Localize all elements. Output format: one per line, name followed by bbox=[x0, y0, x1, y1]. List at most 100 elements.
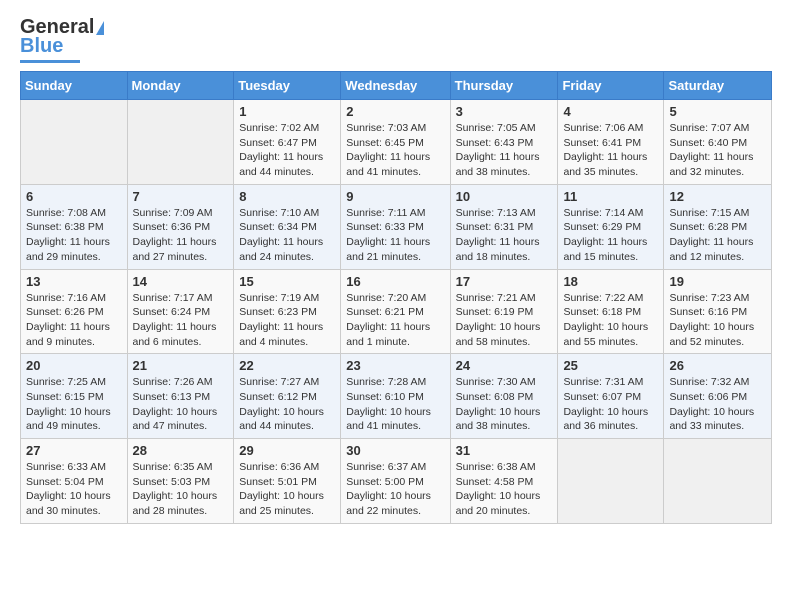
day-info: Sunrise: 6:33 AM Sunset: 5:04 PM Dayligh… bbox=[26, 460, 122, 519]
calendar-cell: 2 Sunrise: 7:03 AM Sunset: 6:45 PM Daylig… bbox=[341, 100, 450, 185]
day-number: 24 bbox=[456, 358, 553, 373]
day-info: Sunrise: 7:06 AM Sunset: 6:41 PM Dayligh… bbox=[563, 121, 658, 180]
calendar-cell bbox=[127, 100, 234, 185]
calendar-cell: 10 Sunrise: 7:13 AM Sunset: 6:31 PM Dayli… bbox=[450, 184, 558, 269]
day-number: 13 bbox=[26, 274, 122, 289]
logo: General Blue bbox=[20, 16, 104, 63]
calendar-cell: 7 Sunrise: 7:09 AM Sunset: 6:36 PM Daylig… bbox=[127, 184, 234, 269]
day-number: 29 bbox=[239, 443, 335, 458]
day-info: Sunrise: 7:09 AM Sunset: 6:36 PM Dayligh… bbox=[133, 206, 229, 265]
calendar-cell: 21 Sunrise: 7:26 AM Sunset: 6:13 PM Dayli… bbox=[127, 354, 234, 439]
day-number: 16 bbox=[346, 274, 444, 289]
calendar-cell bbox=[664, 439, 772, 524]
day-number: 19 bbox=[669, 274, 766, 289]
calendar-day-header: Tuesday bbox=[234, 72, 341, 100]
calendar-week-row: 20Sunrise: 7:25 AM Sunset: 6:15 PM Dayli… bbox=[21, 354, 772, 439]
day-info: Sunrise: 7:02 AM Sunset: 6:47 PM Dayligh… bbox=[239, 121, 335, 180]
day-info: Sunrise: 7:07 AM Sunset: 6:40 PM Dayligh… bbox=[669, 121, 766, 180]
day-info: Sunrise: 7:31 AM Sunset: 6:07 PM Dayligh… bbox=[563, 375, 658, 434]
day-info: Sunrise: 7:26 AM Sunset: 6:13 PM Dayligh… bbox=[133, 375, 229, 434]
calendar-week-row: 27 Sunrise: 6:33 AM Sunset: 5:04 PM Dayli… bbox=[21, 439, 772, 524]
calendar-cell: 18Sunrise: 7:22 AM Sunset: 6:18 PM Dayli… bbox=[558, 269, 664, 354]
day-number: 10 bbox=[456, 189, 553, 204]
day-number: 11 bbox=[563, 189, 658, 204]
calendar-cell: 23 Sunrise: 7:28 AM Sunset: 6:10 PM Dayli… bbox=[341, 354, 450, 439]
calendar-day-header: Saturday bbox=[664, 72, 772, 100]
day-number: 6 bbox=[26, 189, 122, 204]
day-info: Sunrise: 6:38 AM Sunset: 4:58 PM Dayligh… bbox=[456, 460, 553, 519]
calendar-cell: 6 Sunrise: 7:08 AM Sunset: 6:38 PM Daylig… bbox=[21, 184, 128, 269]
day-info: Sunrise: 7:15 AM Sunset: 6:28 PM Dayligh… bbox=[669, 206, 766, 265]
day-number: 12 bbox=[669, 189, 766, 204]
day-info: Sunrise: 7:14 AM Sunset: 6:29 PM Dayligh… bbox=[563, 206, 658, 265]
day-number: 21 bbox=[133, 358, 229, 373]
logo-underline bbox=[20, 60, 80, 63]
day-info: Sunrise: 7:27 AM Sunset: 6:12 PM Dayligh… bbox=[239, 375, 335, 434]
calendar-cell: 5Sunrise: 7:07 AM Sunset: 6:40 PM Daylig… bbox=[664, 100, 772, 185]
day-info: Sunrise: 7:23 AM Sunset: 6:16 PM Dayligh… bbox=[669, 291, 766, 350]
day-number: 9 bbox=[346, 189, 444, 204]
calendar-cell: 26Sunrise: 7:32 AM Sunset: 6:06 PM Dayli… bbox=[664, 354, 772, 439]
day-info: Sunrise: 7:13 AM Sunset: 6:31 PM Dayligh… bbox=[456, 206, 553, 265]
calendar-cell: 16 Sunrise: 7:20 AM Sunset: 6:21 PM Dayli… bbox=[341, 269, 450, 354]
day-number: 17 bbox=[456, 274, 553, 289]
calendar-cell: 22 Sunrise: 7:27 AM Sunset: 6:12 PM Dayli… bbox=[234, 354, 341, 439]
day-info: Sunrise: 7:08 AM Sunset: 6:38 PM Dayligh… bbox=[26, 206, 122, 265]
logo-text-blue: Blue bbox=[20, 35, 63, 58]
day-number: 26 bbox=[669, 358, 766, 373]
day-number: 3 bbox=[456, 104, 553, 119]
day-number: 30 bbox=[346, 443, 444, 458]
day-number: 25 bbox=[563, 358, 658, 373]
calendar-cell: 15Sunrise: 7:19 AM Sunset: 6:23 PM Dayli… bbox=[234, 269, 341, 354]
calendar-header-row: SundayMondayTuesdayWednesdayThursdayFrid… bbox=[21, 72, 772, 100]
calendar-cell: 1Sunrise: 7:02 AM Sunset: 6:47 PM Daylig… bbox=[234, 100, 341, 185]
calendar-cell: 28 Sunrise: 6:35 AM Sunset: 5:03 PM Dayli… bbox=[127, 439, 234, 524]
calendar-table: SundayMondayTuesdayWednesdayThursdayFrid… bbox=[20, 71, 772, 524]
calendar-week-row: 13 Sunrise: 7:16 AM Sunset: 6:26 PM Dayli… bbox=[21, 269, 772, 354]
day-info: Sunrise: 6:37 AM Sunset: 5:00 PM Dayligh… bbox=[346, 460, 444, 519]
calendar-cell: 13 Sunrise: 7:16 AM Sunset: 6:26 PM Dayli… bbox=[21, 269, 128, 354]
day-info: Sunrise: 7:17 AM Sunset: 6:24 PM Dayligh… bbox=[133, 291, 229, 350]
day-info: Sunrise: 7:11 AM Sunset: 6:33 PM Dayligh… bbox=[346, 206, 444, 265]
day-number: 20 bbox=[26, 358, 122, 373]
calendar-cell: 4Sunrise: 7:06 AM Sunset: 6:41 PM Daylig… bbox=[558, 100, 664, 185]
day-number: 28 bbox=[133, 443, 229, 458]
day-info: Sunrise: 7:28 AM Sunset: 6:10 PM Dayligh… bbox=[346, 375, 444, 434]
logo-triangle-icon bbox=[96, 21, 104, 35]
day-number: 23 bbox=[346, 358, 444, 373]
calendar-cell: 3Sunrise: 7:05 AM Sunset: 6:43 PM Daylig… bbox=[450, 100, 558, 185]
day-number: 22 bbox=[239, 358, 335, 373]
calendar-cell: 25 Sunrise: 7:31 AM Sunset: 6:07 PM Dayli… bbox=[558, 354, 664, 439]
day-number: 31 bbox=[456, 443, 553, 458]
day-info: Sunrise: 7:16 AM Sunset: 6:26 PM Dayligh… bbox=[26, 291, 122, 350]
day-info: Sunrise: 7:20 AM Sunset: 6:21 PM Dayligh… bbox=[346, 291, 444, 350]
calendar-cell: 29Sunrise: 6:36 AM Sunset: 5:01 PM Dayli… bbox=[234, 439, 341, 524]
calendar-cell: 27 Sunrise: 6:33 AM Sunset: 5:04 PM Dayli… bbox=[21, 439, 128, 524]
calendar-cell bbox=[21, 100, 128, 185]
calendar-cell: 19 Sunrise: 7:23 AM Sunset: 6:16 PM Dayli… bbox=[664, 269, 772, 354]
calendar-cell: 17Sunrise: 7:21 AM Sunset: 6:19 PM Dayli… bbox=[450, 269, 558, 354]
calendar-cell: 8 Sunrise: 7:10 AM Sunset: 6:34 PM Daylig… bbox=[234, 184, 341, 269]
calendar-cell bbox=[558, 439, 664, 524]
day-info: Sunrise: 7:30 AM Sunset: 6:08 PM Dayligh… bbox=[456, 375, 553, 434]
calendar-day-header: Thursday bbox=[450, 72, 558, 100]
calendar-day-header: Wednesday bbox=[341, 72, 450, 100]
calendar-week-row: 6 Sunrise: 7:08 AM Sunset: 6:38 PM Daylig… bbox=[21, 184, 772, 269]
calendar-day-header: Monday bbox=[127, 72, 234, 100]
calendar-cell: 12 Sunrise: 7:15 AM Sunset: 6:28 PM Dayli… bbox=[664, 184, 772, 269]
calendar-cell: 9 Sunrise: 7:11 AM Sunset: 6:33 PM Daylig… bbox=[341, 184, 450, 269]
day-info: Sunrise: 7:10 AM Sunset: 6:34 PM Dayligh… bbox=[239, 206, 335, 265]
day-number: 18 bbox=[563, 274, 658, 289]
day-info: Sunrise: 7:03 AM Sunset: 6:45 PM Dayligh… bbox=[346, 121, 444, 180]
calendar-cell: 14Sunrise: 7:17 AM Sunset: 6:24 PM Dayli… bbox=[127, 269, 234, 354]
day-number: 2 bbox=[346, 104, 444, 119]
calendar-cell: 11 Sunrise: 7:14 AM Sunset: 6:29 PM Dayli… bbox=[558, 184, 664, 269]
day-number: 7 bbox=[133, 189, 229, 204]
day-info: Sunrise: 6:35 AM Sunset: 5:03 PM Dayligh… bbox=[133, 460, 229, 519]
day-number: 27 bbox=[26, 443, 122, 458]
day-number: 8 bbox=[239, 189, 335, 204]
calendar-cell: 31 Sunrise: 6:38 AM Sunset: 4:58 PM Dayli… bbox=[450, 439, 558, 524]
calendar-day-header: Friday bbox=[558, 72, 664, 100]
calendar-container: SundayMondayTuesdayWednesdayThursdayFrid… bbox=[0, 71, 792, 534]
calendar-cell: 24 Sunrise: 7:30 AM Sunset: 6:08 PM Dayli… bbox=[450, 354, 558, 439]
